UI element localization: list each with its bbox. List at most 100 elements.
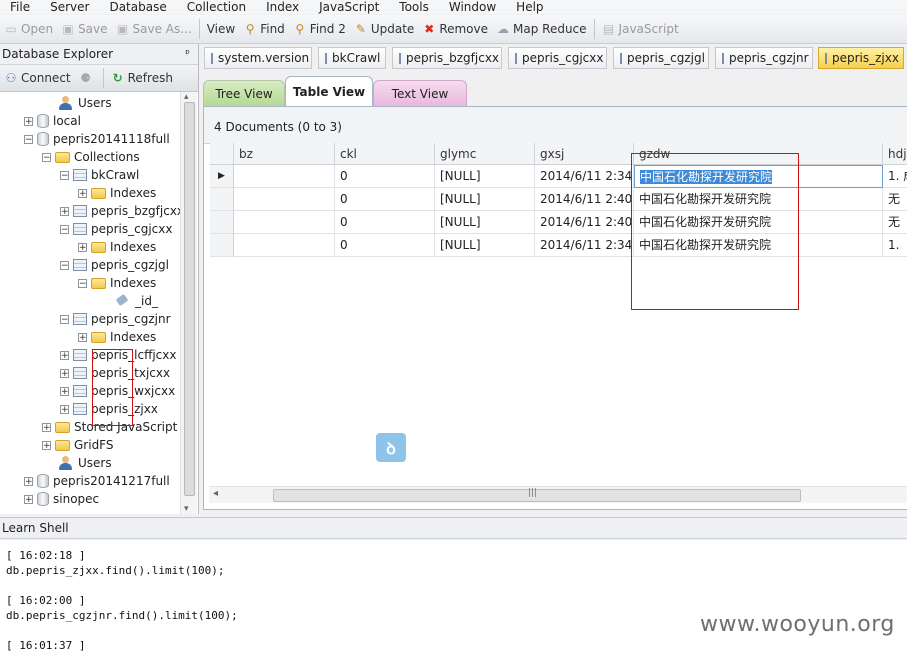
menu-help[interactable]: Help <box>506 0 553 14</box>
column-header-bz[interactable]: bz <box>234 143 335 165</box>
save-as-button[interactable]: ▣ Save As... <box>112 18 196 40</box>
table-cell[interactable]: 无 <box>883 188 907 211</box>
menu-window[interactable]: Window <box>439 0 506 14</box>
collapse-minus-icon[interactable]: − <box>60 170 69 180</box>
table-cell[interactable]: 2014/6/11 2:40:... <box>535 211 634 234</box>
grid-horizontal-scrollbar[interactable]: ◂ ||| <box>209 486 907 503</box>
table-cell[interactable]: 1. 成 <box>883 165 907 188</box>
column-header-ckl[interactable]: ckl <box>335 143 435 165</box>
expand-plus-icon[interactable]: + <box>78 332 87 342</box>
table-cell[interactable]: 0 <box>335 234 435 257</box>
table-cell[interactable]: 0 <box>335 165 435 188</box>
menu-server[interactable]: Server <box>40 0 99 14</box>
row-selector[interactable] <box>210 234 234 257</box>
collapse-minus-icon[interactable]: − <box>78 278 87 288</box>
tree-item-pepris20141118full[interactable]: − pepris20141118full <box>24 130 170 148</box>
row-selector[interactable] <box>210 211 234 234</box>
collapse-minus-icon[interactable]: − <box>60 314 69 324</box>
table-cell[interactable]: [NULL] <box>435 165 535 188</box>
collapse-minus-icon[interactable]: − <box>60 260 69 270</box>
floating-assistant-icon[interactable]: ꝺ <box>376 433 406 462</box>
tab-system-version[interactable]: system.version <box>204 47 312 69</box>
scroll-up-arrow-icon[interactable]: ▴ <box>184 92 189 102</box>
tree-item-id-index[interactable]: _id_ <box>115 292 158 310</box>
tab-bkcrawl[interactable]: bkCrawl <box>318 47 386 69</box>
tree-item-pepris-cgzjnr[interactable]: − pepris_cgzjnr <box>60 310 171 328</box>
learn-shell-output[interactable]: [ 16:02:18 ] db.pepris_zjxx.find().limit… <box>0 540 907 656</box>
column-header-hdjl[interactable]: hdjl <box>883 143 907 165</box>
expand-plus-icon[interactable]: + <box>60 404 69 414</box>
tree-scroll-thumb[interactable] <box>184 102 195 496</box>
table-cell[interactable]: [NULL] <box>435 188 535 211</box>
tree-item-indexes-1[interactable]: + Indexes <box>78 184 156 202</box>
expand-plus-icon[interactable]: + <box>60 386 69 396</box>
expand-plus-icon[interactable]: + <box>42 422 51 432</box>
tree-vertical-scrollbar[interactable]: ▴ ▾ <box>180 92 197 514</box>
expand-plus-icon[interactable]: + <box>60 350 69 360</box>
view-button[interactable]: View <box>203 18 239 40</box>
tab-pepris-zjxx[interactable]: pepris_zjxx <box>818 47 904 69</box>
tree-item-pepris-cgjcxx[interactable]: − pepris_cgjcxx <box>60 220 173 238</box>
tree-item-users-top[interactable]: Users <box>58 94 112 112</box>
menu-collection[interactable]: Collection <box>177 0 256 14</box>
menu-database[interactable]: Database <box>99 0 176 14</box>
menu-file[interactable]: File <box>0 0 40 14</box>
update-button[interactable]: ✎ Update <box>350 18 418 40</box>
table-cell[interactable]: 2014/6/11 2:34:... <box>535 165 634 188</box>
tree-item-users[interactable]: Users <box>58 454 112 472</box>
tab-table-view[interactable]: Table View <box>285 76 373 106</box>
tree-item-pepris-cgzjgl[interactable]: − pepris_cgzjgl <box>60 256 169 274</box>
table-cell[interactable]: 2014/6/11 2:34:... <box>535 234 634 257</box>
expand-plus-icon[interactable]: + <box>78 242 87 252</box>
scroll-left-arrow-icon[interactable]: ◂ <box>213 488 218 499</box>
remove-button[interactable]: ✖ Remove <box>418 18 492 40</box>
refresh-button[interactable]: ↻ Refresh <box>107 67 177 89</box>
expand-plus-icon[interactable]: + <box>24 116 33 126</box>
tab-pepris-cgjcxx[interactable]: pepris_cgjcxx <box>508 47 607 69</box>
tree-item-local[interactable]: + local <box>24 112 81 130</box>
open-button[interactable]: ▭ Open <box>0 18 57 40</box>
expand-plus-icon[interactable]: + <box>78 188 87 198</box>
tab-tree-view[interactable]: Tree View <box>203 80 285 106</box>
collapse-minus-icon[interactable]: − <box>24 134 33 144</box>
javascript-button[interactable]: ▤ JavaScript <box>598 18 683 40</box>
table-cell[interactable]: [NULL] <box>435 234 535 257</box>
expand-plus-icon[interactable]: + <box>24 494 33 504</box>
scroll-down-arrow-icon[interactable]: ▾ <box>184 504 189 514</box>
tab-pepris-cgzjnr[interactable]: pepris_cgzjnr <box>715 47 813 69</box>
collapse-minus-icon[interactable]: − <box>60 224 69 234</box>
table-cell[interactable] <box>234 165 335 188</box>
find-button[interactable]: ⚲ Find <box>239 18 289 40</box>
menu-javascript[interactable]: JavaScript <box>309 0 389 14</box>
map-reduce-button[interactable]: ☁ Map Reduce <box>492 18 591 40</box>
tree-item-bkcrawl[interactable]: − bkCrawl <box>60 166 139 184</box>
save-button[interactable]: ▣ Save <box>57 18 111 40</box>
tree-item-indexes-4[interactable]: + Indexes <box>78 328 156 346</box>
row-selector[interactable] <box>210 188 234 211</box>
table-cell[interactable]: [NULL] <box>435 211 535 234</box>
table-cell[interactable] <box>234 234 335 257</box>
collapse-minus-icon[interactable]: − <box>42 152 51 162</box>
tree-item-sinopec[interactable]: + sinopec <box>24 490 99 508</box>
tab-pepris-bzgfjcxx[interactable]: pepris_bzgfjcxx <box>392 47 502 69</box>
expand-plus-icon[interactable]: + <box>24 476 33 486</box>
table-cell[interactable]: 1. 《 <box>883 234 907 257</box>
expand-plus-icon[interactable]: + <box>60 206 69 216</box>
find2-button[interactable]: ⚲ Find 2 <box>289 18 350 40</box>
table-cell[interactable] <box>234 188 335 211</box>
tree-item-collections[interactable]: − Collections <box>42 148 140 166</box>
tree-item-pepris20141217full[interactable]: + pepris20141217full <box>24 472 170 490</box>
tree-item-indexes-2[interactable]: + Indexes <box>78 238 156 256</box>
table-cell[interactable]: 无 <box>883 211 907 234</box>
tab-pepris-cgzjgl[interactable]: pepris_cgzjgl <box>613 47 709 69</box>
disconnect-button[interactable]: ⚈ <box>75 67 100 89</box>
column-header-glymc[interactable]: glymc <box>435 143 535 165</box>
table-cell[interactable]: 0 <box>335 188 435 211</box>
tree-item-gridfs[interactable]: + GridFS <box>42 436 114 454</box>
grid-scroll-thumb[interactable]: ||| <box>273 488 801 502</box>
table-cell[interactable]: 0 <box>335 211 435 234</box>
row-selector-current[interactable]: ▶ <box>210 165 234 188</box>
pin-icon[interactable]: ᵖ <box>185 44 190 64</box>
tree-item-pepris-bzgfjcxx[interactable]: + pepris_bzgfjcxx <box>60 202 180 220</box>
table-cell[interactable]: 2014/6/11 2:40:... <box>535 188 634 211</box>
